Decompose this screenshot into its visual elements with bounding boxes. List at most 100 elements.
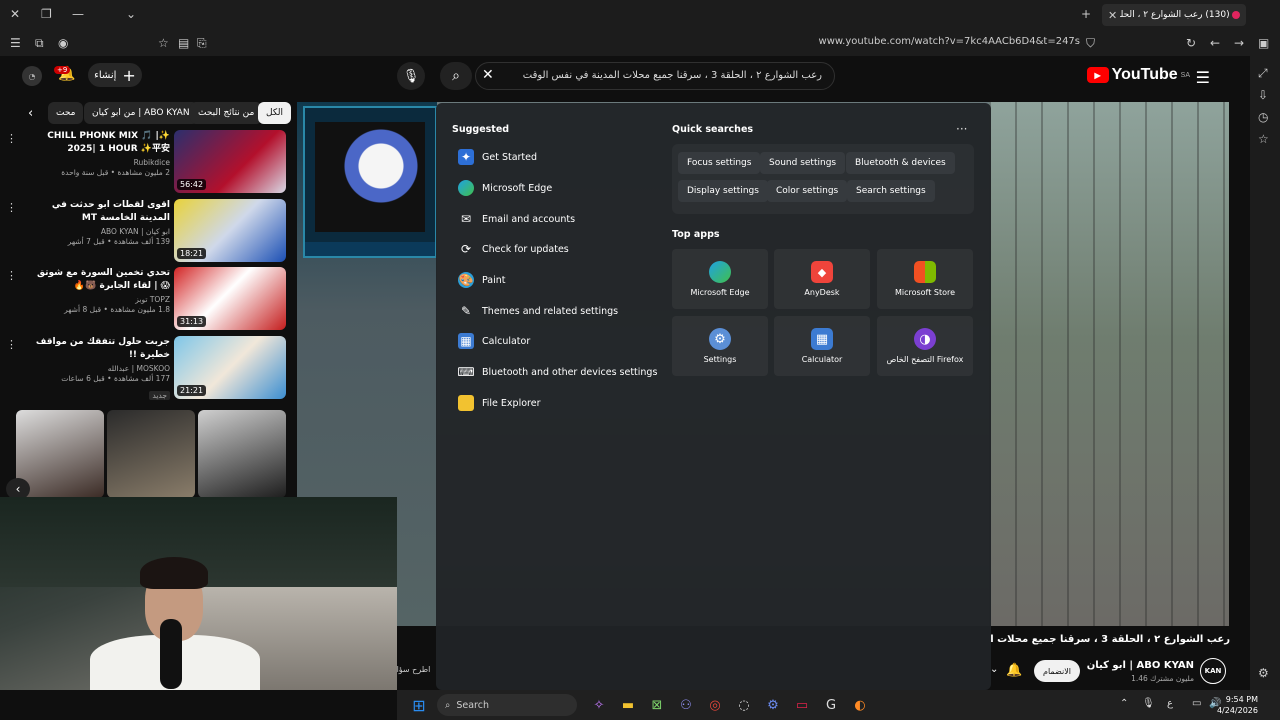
favorites-icon[interactable]: ☆ xyxy=(1258,132,1269,146)
red-app-icon[interactable]: ▭ xyxy=(792,695,812,715)
account-icon[interactable]: ◉ xyxy=(58,36,68,50)
short-thumbnail[interactable] xyxy=(107,410,195,498)
reader-view-icon[interactable]: ▤ xyxy=(178,36,189,50)
forward-icon[interactable]: → xyxy=(1234,36,1244,50)
tray-chevron-up-icon[interactable]: ⌃ xyxy=(1120,698,1128,709)
app-tile[interactable]: ◆ AnyDesk xyxy=(774,249,870,309)
downloads-icon[interactable]: ⇩ xyxy=(1258,88,1268,102)
user-avatar[interactable]: ◔ xyxy=(22,66,42,86)
channel-name[interactable]: ابو كيان | ABO KYAN xyxy=(26,227,170,236)
video-thumbnail[interactable]: 18:21 xyxy=(174,199,286,262)
suggested-item[interactable]: ✦ Get Started xyxy=(458,146,648,168)
suggested-item[interactable]: ▦ Calculator xyxy=(458,330,648,352)
address-bar[interactable]: www.youtube.com/watch?v=7kc4AACb6D4&t=24… xyxy=(819,36,1080,47)
join-button[interactable]: الانضمام xyxy=(1034,660,1080,682)
history-icon[interactable]: ◷ xyxy=(1258,110,1268,124)
tab-close-icon[interactable]: ✕ xyxy=(1108,9,1117,22)
hamburger-menu-icon[interactable]: ☰ xyxy=(1196,68,1210,87)
app-tile[interactable]: ⚙ Settings xyxy=(672,316,768,376)
screenshot-icon[interactable]: ⎘ xyxy=(197,36,207,51)
chevron-down-icon[interactable]: ⌄ xyxy=(126,7,136,21)
restore-window-icon[interactable]: ❐ xyxy=(41,7,52,21)
quick-search-pill[interactable]: Sound settings xyxy=(760,152,846,174)
app-icon[interactable]: G xyxy=(821,695,841,715)
video-thumbnail[interactable]: 31:13 xyxy=(174,267,286,330)
more-options-icon[interactable]: ⋮ xyxy=(6,338,17,351)
back-icon[interactable]: ← xyxy=(1210,36,1220,50)
chip-from-search[interactable]: من نتائج البحث xyxy=(190,102,263,124)
list-item[interactable]: 21:21 جربت حلول تتفقك من مواقف خطيرة !! … xyxy=(6,336,286,400)
xbox-app-icon[interactable]: ⊠ xyxy=(647,695,667,715)
search-input[interactable]: رعب الشوارع ٢ ، الحلقة 3 ، سرقنا جميع مح… xyxy=(475,62,835,90)
chip-related[interactable]: محت xyxy=(48,102,84,124)
quick-search-pill[interactable]: Search settings xyxy=(847,180,935,202)
clear-search-icon[interactable]: ✕ xyxy=(482,67,494,83)
create-button[interactable]: إنشاء + xyxy=(88,63,142,87)
chevron-left-icon[interactable]: ‹ xyxy=(28,106,33,121)
channel-name[interactable]: Rubikdice xyxy=(26,158,170,167)
teams-icon[interactable]: ⚇ xyxy=(676,695,696,715)
language-indicator[interactable]: ع xyxy=(1167,698,1173,709)
subscribe-bell-icon[interactable]: 🔔 xyxy=(1006,663,1022,678)
quick-search-pill[interactable]: Focus settings xyxy=(678,152,761,174)
bookmark-star-icon[interactable]: ☆ xyxy=(158,36,169,50)
more-options-icon[interactable]: ⋮ xyxy=(6,201,17,214)
search-button[interactable]: ⌕ xyxy=(440,62,472,90)
windows-start-icon[interactable]: ⊞ xyxy=(409,695,429,715)
chip-all[interactable]: الكل xyxy=(258,102,292,124)
new-tab-icon[interactable]: + xyxy=(1081,7,1091,21)
browser-tab-active[interactable]: ✕ (130) رعب الشوارع ٢ ، الحلقة 3 ، د... xyxy=(1102,4,1246,26)
channel-name[interactable]: TOPZ توبز xyxy=(26,295,170,304)
reload-icon[interactable]: ↻ xyxy=(1186,36,1196,50)
channel-name[interactable]: MOSKOO | عبدالله xyxy=(26,364,170,373)
suggested-item[interactable]: ✎ Themes and related settings xyxy=(458,300,648,322)
close-window-icon[interactable]: ✕ xyxy=(10,7,20,21)
suggested-item[interactable]: ⌨ Bluetooth and other devices settings xyxy=(457,361,678,383)
quick-search-pill[interactable]: Color settings xyxy=(767,180,848,202)
system-clock[interactable]: 9:54 PM 4/24/2026 xyxy=(1217,694,1258,716)
copilot-icon[interactable]: ✧ xyxy=(589,695,609,715)
video-thumbnail[interactable]: 56:42 xyxy=(174,130,286,193)
video-thumbnail[interactable]: 21:21 xyxy=(174,336,286,399)
chrome-icon[interactable]: ◎ xyxy=(705,695,725,715)
extensions-icon[interactable]: ⧉ xyxy=(35,36,44,51)
list-item[interactable]: 31:13 تحدي تخمين السورة مع شوتق 😱 | لقاء… xyxy=(6,267,286,331)
suggested-item[interactable]: ✉ Email and accounts xyxy=(458,208,648,230)
network-icon[interactable]: ▭ xyxy=(1192,698,1201,709)
discord-icon[interactable]: ◌ xyxy=(734,695,754,715)
short-thumbnail[interactable] xyxy=(198,410,286,498)
firefox-icon[interactable]: ◐ xyxy=(850,695,870,715)
suggested-item[interactable]: File Explorer xyxy=(458,392,648,414)
voice-search-button[interactable]: 🎙 xyxy=(397,62,425,90)
expand-icon[interactable]: ⤢ xyxy=(1258,66,1268,81)
suggested-item[interactable]: Microsoft Edge xyxy=(458,177,648,199)
more-options-icon[interactable]: ⋮ xyxy=(6,269,17,282)
suggested-item[interactable]: 🎨 Paint xyxy=(458,269,648,291)
quick-search-pill[interactable]: Bluetooth & devices xyxy=(846,152,955,174)
suggested-item[interactable]: ⟳ Check for updates xyxy=(458,238,648,260)
channel-avatar[interactable]: KAN xyxy=(1200,658,1226,684)
file-explorer-icon[interactable]: ▬ xyxy=(618,695,638,715)
app-icon[interactable]: ⚙ xyxy=(763,695,783,715)
channel-name[interactable]: ابو كيان | ABO KYAN xyxy=(1087,660,1194,671)
list-item[interactable]: 56:42 ✨CHILL PHONK MIX 🎵 | 2025| 1 HOUR … xyxy=(6,130,286,194)
settings-gear-icon[interactable]: ⚙ xyxy=(1258,666,1269,680)
shield-icon[interactable]: ⛉ xyxy=(1086,36,1095,51)
app-tile[interactable]: ▦ Calculator xyxy=(774,316,870,376)
more-options-icon[interactable]: ··· xyxy=(956,122,967,136)
microphone-tray-icon[interactable]: 🎙 xyxy=(1142,698,1155,709)
minimize-window-icon[interactable]: — xyxy=(72,7,84,21)
video-title[interactable]: تحدي تخمين السورة مع شوتق 😱 | لقاء الجاب… xyxy=(26,267,170,293)
video-title[interactable]: جربت حلول تتفقك من مواقف خطيرة !! xyxy=(26,336,170,362)
app-tile[interactable]: ◑ التصفح الخاص Firefox xyxy=(877,316,973,376)
chevron-down-icon[interactable]: ⌄ xyxy=(990,664,998,675)
video-title[interactable]: اقوى لقطات ابو حدثت في المدينة الخامسة M… xyxy=(26,199,170,225)
app-tile[interactable]: Microsoft Edge xyxy=(672,249,768,309)
app-tile[interactable]: Microsoft Store xyxy=(877,249,973,309)
menu-icon[interactable]: ☰ xyxy=(10,36,21,50)
taskbar-search[interactable]: ⌕ Search xyxy=(437,694,577,716)
chip-from-channel[interactable]: من ابو كيان | ABO KYAN xyxy=(84,102,198,124)
youtube-logo[interactable]: ▶ YouTube SA xyxy=(1086,66,1190,84)
sidebar-toggle-icon[interactable]: ▣ xyxy=(1258,36,1269,50)
video-title[interactable]: ✨CHILL PHONK MIX 🎵 | 2025| 1 HOUR ✨平安 xyxy=(26,130,170,156)
